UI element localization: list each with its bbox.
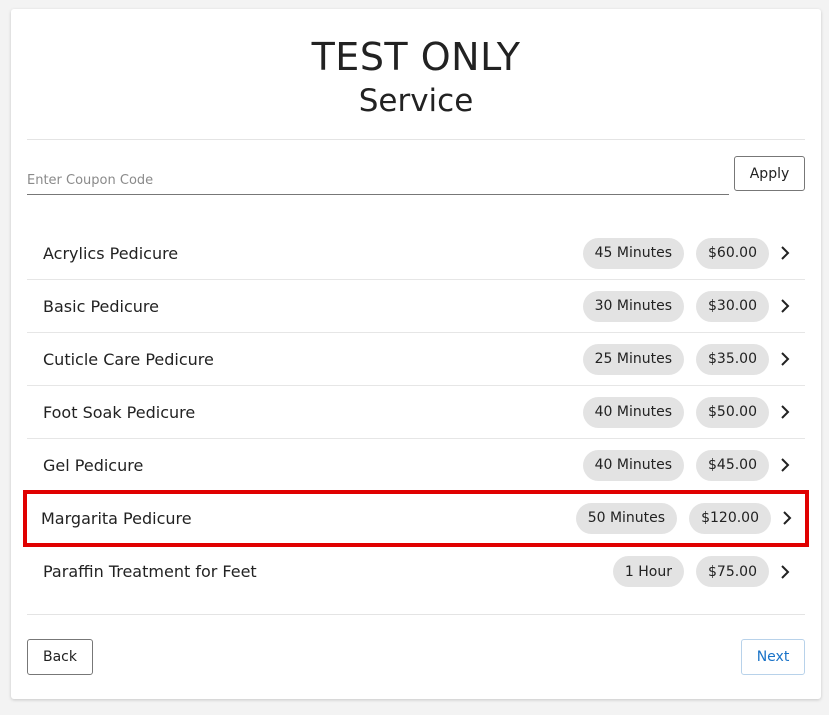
price-badge: $30.00 — [696, 290, 769, 322]
chevron-right-icon[interactable] — [778, 299, 792, 313]
service-row[interactable]: Foot Soak Pedicure 40 Minutes $50.00 — [27, 386, 805, 439]
apply-coupon-button[interactable]: Apply — [734, 156, 805, 191]
service-badges: 40 Minutes $50.00 — [582, 396, 769, 428]
coupon-code-input[interactable] — [27, 169, 729, 195]
duration-badge: 50 Minutes — [575, 502, 678, 534]
chevron-right-icon[interactable] — [778, 405, 792, 419]
chevron-right-icon[interactable] — [778, 458, 792, 472]
back-button[interactable]: Back — [27, 639, 93, 675]
service-badges: 30 Minutes $30.00 — [582, 290, 769, 322]
page-subtitle: Service — [358, 83, 474, 119]
service-name: Gel Pedicure — [43, 455, 144, 475]
service-name: Foot Soak Pedicure — [43, 402, 196, 422]
price-badge: $75.00 — [696, 556, 769, 587]
service-row[interactable]: Basic Pedicure 30 Minutes $30.00 — [27, 280, 805, 333]
duration-badge: 30 Minutes — [582, 290, 684, 322]
price-badge: $120.00 — [689, 502, 771, 534]
footer-divider — [27, 614, 805, 615]
price-badge: $35.00 — [696, 343, 769, 375]
price-badge: $60.00 — [696, 237, 769, 269]
service-name: Acrylics Pedicure — [43, 243, 179, 263]
service-list: Acrylics Pedicure 45 Minutes $60.00 Basic P… — [23, 227, 809, 598]
chevron-right-icon[interactable] — [780, 511, 794, 525]
price-badge: $50.00 — [696, 396, 769, 428]
duration-badge: 25 Minutes — [582, 343, 684, 375]
service-row[interactable]: Acrylics Pedicure 45 Minutes $60.00 — [27, 227, 805, 280]
duration-badge: 45 Minutes — [582, 237, 684, 269]
service-badges: 45 Minutes $60.00 — [582, 237, 769, 269]
duration-badge: 1 Hour — [612, 556, 684, 587]
chevron-right-icon[interactable] — [778, 352, 792, 366]
service-badges: 25 Minutes $35.00 — [582, 343, 769, 375]
service-name: Margarita Pedicure — [41, 508, 192, 528]
chevron-right-icon[interactable] — [778, 246, 792, 260]
header-divider — [27, 139, 805, 140]
duration-badge: 40 Minutes — [582, 449, 684, 481]
service-name: Cuticle Care Pedicure — [43, 349, 214, 369]
next-button[interactable]: Next — [741, 639, 805, 675]
chevron-right-icon[interactable] — [778, 564, 792, 579]
service-badges: 1 Hour $75.00 — [612, 556, 769, 587]
price-badge: $45.00 — [696, 449, 769, 481]
service-badges: 50 Minutes $120.00 — [575, 502, 771, 534]
service-badges: 40 Minutes $45.00 — [582, 449, 769, 481]
booking-card: TEST ONLY Service Apply Acrylics Pedicur… — [11, 9, 821, 699]
service-row[interactable]: Margarita Pedicure 50 Minutes $120.00 — [23, 490, 809, 547]
page-title: TEST ONLY — [311, 35, 521, 79]
service-row[interactable]: Gel Pedicure 40 Minutes $45.00 — [27, 439, 805, 492]
duration-badge: 40 Minutes — [582, 396, 684, 428]
service-row[interactable]: Cuticle Care Pedicure 25 Minutes $35.00 — [27, 333, 805, 386]
service-name: Basic Pedicure — [43, 296, 159, 316]
service-name: Paraffin Treatment for Feet — [43, 562, 257, 581]
service-row[interactable]: Paraffin Treatment for Feet 1 Hour $75.00 — [27, 545, 805, 598]
